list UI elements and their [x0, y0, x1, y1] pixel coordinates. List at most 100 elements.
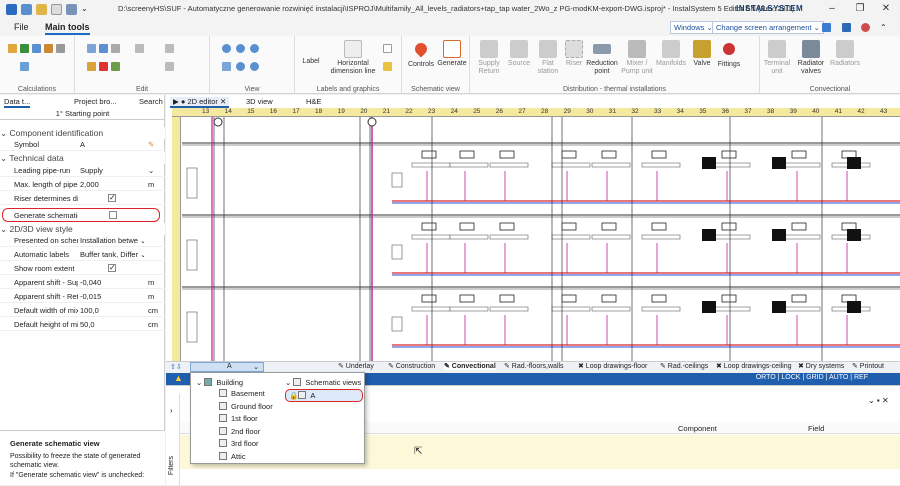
- dropdown-icon[interactable]: ⌄: [81, 4, 92, 15]
- restore-button[interactable]: ❐: [850, 2, 870, 16]
- export-icon[interactable]: [56, 44, 65, 53]
- tab-search[interactable]: Search: [139, 97, 163, 106]
- layer-tab[interactable]: ✎ Rad.-ceilings: [660, 362, 708, 370]
- zoom-prev-icon[interactable]: [250, 62, 259, 71]
- row-max-length[interactable]: Max. length of pipe- 2,000 m: [0, 179, 165, 191]
- warning-icon[interactable]: ▲: [174, 373, 183, 383]
- section-view[interactable]: ⌄ 2D/3D view style: [0, 223, 165, 235]
- fittings-button[interactable]: Fittings: [714, 40, 744, 69]
- menu-main-tools[interactable]: Main tools: [45, 22, 90, 35]
- copy-icon[interactable]: [87, 44, 96, 53]
- zoom-all-icon[interactable]: [236, 62, 245, 71]
- tab-project-browser[interactable]: Project bro...: [74, 97, 117, 106]
- tree-item-a[interactable]: 🔒 A: [285, 389, 363, 402]
- row-shift-supply[interactable]: Apparent shift - Sup -0,040 m: [0, 277, 165, 289]
- cut-icon[interactable]: [87, 62, 96, 71]
- collapse-ribbon-icon[interactable]: ⌃: [880, 23, 889, 32]
- rotate-icon[interactable]: [165, 44, 174, 53]
- radiators-button[interactable]: Radiators: [828, 40, 862, 68]
- source-button[interactable]: Source: [506, 40, 532, 68]
- label-button[interactable]: Label: [299, 58, 323, 66]
- arrangement-select[interactable]: Change screen arrangement ⌄: [712, 21, 824, 34]
- generate-button[interactable]: Generate: [436, 40, 468, 68]
- layer-tab[interactable]: ✎ Rad.-floors,walls: [504, 362, 564, 370]
- filters-label[interactable]: Filters: [168, 456, 175, 475]
- print-icon[interactable]: [66, 4, 77, 15]
- layer-tab[interactable]: ✖ Dry systems: [798, 362, 844, 370]
- riser-button[interactable]: Riser: [562, 40, 586, 68]
- row-presented[interactable]: Presented on schem. Installation betwe ⌄: [0, 235, 165, 247]
- room-extent-checkbox[interactable]: [108, 263, 116, 274]
- paste-icon[interactable]: [99, 44, 108, 53]
- col-field[interactable]: Field: [808, 424, 824, 433]
- delete-icon[interactable]: [99, 62, 108, 71]
- report-icon[interactable]: [32, 44, 41, 53]
- open-icon[interactable]: [36, 4, 47, 15]
- col-component[interactable]: Component: [678, 424, 717, 433]
- row-default-height[interactable]: Default height of mi 50,0 cm: [0, 319, 165, 331]
- tree-schematic-views[interactable]: ⌄ Schematic views: [285, 378, 361, 387]
- server-icon[interactable]: [842, 23, 851, 32]
- list-icon[interactable]: [44, 44, 53, 53]
- layer-tab[interactable]: ✎ Convectional: [444, 362, 496, 370]
- tab-3d-view[interactable]: 3D view: [246, 97, 273, 106]
- windows-select[interactable]: Windows ⌄: [670, 21, 717, 34]
- select-icon[interactable]: [135, 44, 144, 53]
- section-component[interactable]: ⌄ Component identification: [0, 127, 165, 139]
- layer-tab[interactable]: ✖ Loop drawings-ceiling: [716, 362, 792, 370]
- row-symbol[interactable]: Symbol A ✎: [0, 139, 165, 151]
- menu-file[interactable]: File: [14, 22, 29, 32]
- zoom-out-icon[interactable]: [236, 44, 245, 53]
- note-icon[interactable]: [383, 62, 392, 71]
- generate-schematic-checkbox[interactable]: [109, 211, 117, 219]
- tree-level[interactable]: Ground floor: [219, 401, 273, 411]
- minimize-button[interactable]: –: [822, 2, 842, 16]
- tab-data[interactable]: Data t...: [4, 97, 31, 108]
- row-riser-determines[interactable]: Riser determines din: [0, 193, 165, 205]
- flat-station-button[interactable]: Flat station: [534, 40, 562, 76]
- pan-icon[interactable]: [222, 62, 231, 71]
- tree-level[interactable]: 2nd floor: [219, 426, 260, 436]
- zoom-in-icon[interactable]: [222, 44, 231, 53]
- layer-tab[interactable]: ✎ Construction: [388, 362, 435, 370]
- terminal-unit-button[interactable]: Terminal unit: [762, 40, 792, 76]
- valve-button[interactable]: Valve: [688, 40, 716, 68]
- panel-controls[interactable]: ⌄ ▪ ✕: [868, 396, 889, 405]
- close-button[interactable]: ✕: [876, 2, 896, 16]
- help-icon[interactable]: [861, 23, 870, 32]
- move-icon[interactable]: [111, 62, 120, 71]
- reduction-point-button[interactable]: Reduction point: [584, 40, 620, 76]
- tree-level[interactable]: Attic: [219, 452, 246, 461]
- mirror-icon[interactable]: [165, 62, 174, 71]
- tree-level[interactable]: 3rd floor: [219, 439, 259, 448]
- riser-checkbox[interactable]: [108, 193, 116, 204]
- layout-icon[interactable]: [822, 23, 831, 32]
- row-shift-return[interactable]: Apparent shift - Ret -0,015 m: [0, 291, 165, 303]
- drawing-canvas[interactable]: [182, 117, 900, 361]
- radiator-valves-button[interactable]: Radiator valves: [794, 40, 828, 76]
- calc-icon[interactable]: [8, 44, 17, 53]
- row-room-extent[interactable]: Show room extent: [0, 263, 165, 275]
- row-generate-schematic[interactable]: Generate schematic: [2, 208, 160, 222]
- save-icon[interactable]: [21, 4, 32, 15]
- tab-h-and-e[interactable]: H&E: [306, 97, 321, 106]
- zoom-window-icon[interactable]: [250, 44, 259, 53]
- supply-return-button[interactable]: Supply Return: [476, 40, 502, 76]
- tree-building[interactable]: ⌄ Building: [196, 378, 243, 387]
- horizontal-dim-button[interactable]: Horizontal dimension line: [325, 40, 381, 76]
- scale-icon[interactable]: [20, 62, 29, 71]
- row-auto-labels[interactable]: Automatic labels Buffer tank, Differ ⌄: [0, 249, 165, 261]
- row-default-width[interactable]: Default width of mix 100,0 cm: [0, 305, 165, 317]
- new-icon[interactable]: [51, 4, 62, 15]
- tab-2d-editor[interactable]: ▶ ● 2D editor ✕: [170, 97, 230, 108]
- duplicate-icon[interactable]: [111, 44, 120, 53]
- section-technical[interactable]: ⌄ Technical data: [0, 152, 165, 164]
- layer-tab[interactable]: ✖ Loop drawings-floor: [578, 362, 647, 370]
- tree-level[interactable]: Basement: [219, 389, 265, 398]
- mixer-pump-button[interactable]: Mixer / Pump unit: [620, 40, 654, 76]
- table-icon[interactable]: [20, 44, 29, 53]
- manifolds-button[interactable]: Manifolds: [654, 40, 688, 68]
- text-icon[interactable]: [383, 44, 392, 53]
- tree-level[interactable]: 1st floor: [219, 414, 258, 423]
- layer-tab[interactable]: ✎ Printout: [852, 362, 884, 370]
